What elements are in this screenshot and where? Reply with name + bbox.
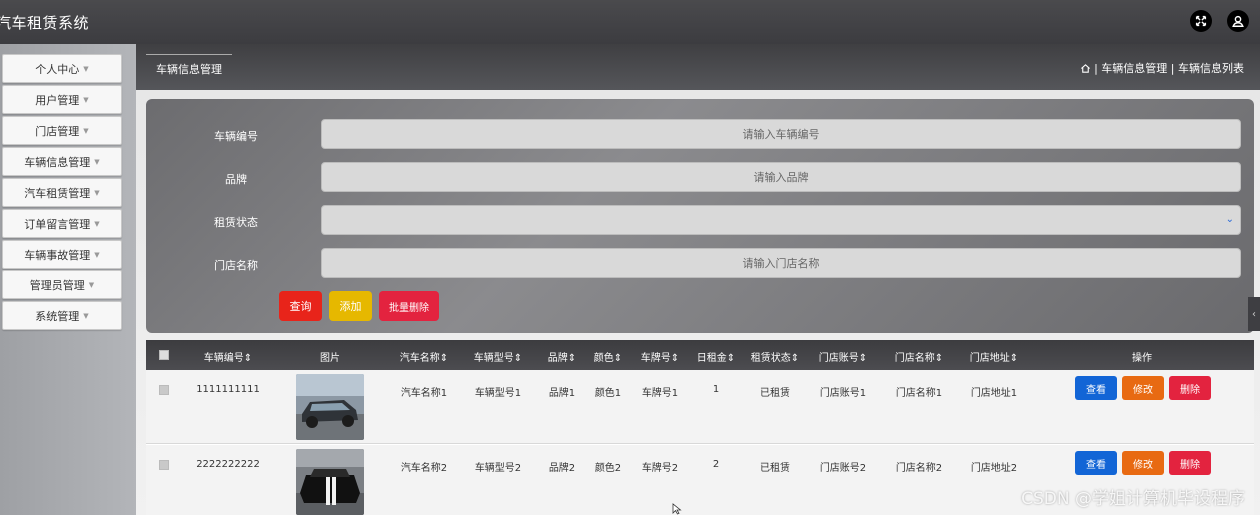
rental-status-label: 租赁状态 bbox=[214, 216, 258, 229]
main-content: 车辆信息管理 | 车辆信息管理 | 车辆信息列表 车辆编号 请输入车辆编号 品牌… bbox=[136, 44, 1260, 515]
column-header-rental-status[interactable]: 租赁状态⇕ bbox=[751, 349, 799, 364]
chevron-down-icon: ⌄ bbox=[1225, 214, 1234, 225]
column-header-vehicle-no[interactable]: 车辆编号⇕ bbox=[204, 349, 252, 364]
column-header-daily-rent[interactable]: 日租金⇕ bbox=[697, 349, 735, 364]
view-button[interactable]: 查看 bbox=[1075, 376, 1117, 400]
sidebar-item-admin-management[interactable]: 管理员管理 ▼ bbox=[2, 270, 122, 299]
cell-car-name: 汽车名称1 bbox=[400, 388, 448, 399]
table-header: 车辆编号⇕ 图片 汽车名称⇕ 车辆型号⇕ 品牌⇕ 颜色⇕ 车牌号⇕ 日租金⇕ 租… bbox=[146, 340, 1254, 370]
cell-color: 颜色2 bbox=[594, 463, 622, 474]
car-image bbox=[296, 374, 364, 440]
column-header-brand[interactable]: 品牌⇕ bbox=[548, 349, 576, 364]
cell-rental-status: 已租赁 bbox=[760, 388, 790, 399]
breadcrumb-text: | 车辆信息管理 | 车辆信息列表 bbox=[1094, 62, 1244, 75]
cell-brand: 品牌1 bbox=[548, 388, 576, 399]
vehicle-no-input[interactable]: 请输入车辆编号 bbox=[321, 119, 1241, 149]
column-header-model[interactable]: 车辆型号⇕ bbox=[474, 349, 522, 364]
column-header-color[interactable]: 颜色⇕ bbox=[594, 349, 622, 364]
caret-down-icon: ▼ bbox=[83, 95, 89, 104]
cell-store-name: 门店名称2 bbox=[895, 463, 943, 474]
caret-down-icon: ▼ bbox=[83, 311, 89, 320]
sidebar-item-user-management[interactable]: 用户管理 ▼ bbox=[2, 85, 122, 114]
cell-model: 车辆型号2 bbox=[474, 463, 522, 474]
column-header-car-name[interactable]: 汽车名称⇕ bbox=[400, 349, 448, 364]
breadcrumb: | 车辆信息管理 | 车辆信息列表 bbox=[1080, 60, 1244, 76]
page-header: 车辆信息管理 | 车辆信息管理 | 车辆信息列表 bbox=[136, 44, 1260, 90]
sidebar: 个人中心 ▼ 用户管理 ▼ 门店管理 ▼ 车辆信息管理 ▼ 汽车租赁管理 ▼ 订单留言管理… bbox=[0, 44, 136, 515]
sidebar-item-accident-management[interactable]: 车辆事故管理 ▼ bbox=[2, 240, 122, 269]
column-header-image: 图片 bbox=[320, 353, 340, 364]
cell-car-name: 汽车名称2 bbox=[400, 463, 448, 474]
sidebar-item-vehicle-info[interactable]: 车辆信息管理 ▼ bbox=[2, 147, 122, 176]
column-header-actions: 操作 bbox=[1132, 353, 1152, 364]
store-name-label: 门店名称 bbox=[214, 259, 258, 272]
edit-button[interactable]: 修改 bbox=[1122, 376, 1164, 400]
cell-color: 颜色1 bbox=[594, 388, 622, 399]
row-checkbox[interactable] bbox=[159, 385, 169, 395]
column-header-plate[interactable]: 车牌号⇕ bbox=[641, 349, 679, 364]
mouse-cursor-icon bbox=[672, 503, 682, 515]
caret-down-icon: ▼ bbox=[83, 64, 89, 73]
column-header-store-address[interactable]: 门店地址⇕ bbox=[970, 349, 1018, 364]
caret-down-icon: ▼ bbox=[88, 280, 95, 289]
view-button[interactable]: 查看 bbox=[1075, 451, 1117, 475]
home-icon[interactable] bbox=[1080, 63, 1091, 74]
store-name-input[interactable]: 请输入门店名称 bbox=[321, 248, 1241, 278]
user-icon[interactable] bbox=[1227, 10, 1249, 32]
caret-down-icon: ▼ bbox=[83, 126, 89, 135]
column-header-store-account[interactable]: 门店账号⇕ bbox=[819, 349, 867, 364]
brand-input[interactable]: 请输入品牌 bbox=[321, 162, 1241, 192]
cell-daily-rent: 2 bbox=[712, 459, 720, 470]
cell-store-account: 门店账号2 bbox=[819, 463, 867, 474]
fullscreen-icon[interactable] bbox=[1190, 10, 1212, 32]
sidebar-item-system-management[interactable]: 系统管理 ▼ bbox=[2, 301, 122, 330]
delete-button[interactable]: 删除 bbox=[1169, 451, 1211, 475]
caret-down-icon: ▼ bbox=[94, 157, 100, 166]
collapse-panel-handle[interactable]: ‹ bbox=[1248, 297, 1260, 331]
table-row: 1111111111 汽车名称1 车辆型号1 品牌1 颜色1 车牌号1 1 已租… bbox=[146, 370, 1254, 444]
edit-button[interactable]: 修改 bbox=[1122, 451, 1164, 475]
delete-button[interactable]: 删除 bbox=[1169, 376, 1211, 400]
vehicle-no-label: 车辆编号 bbox=[214, 130, 258, 143]
caret-down-icon: ▼ bbox=[94, 250, 100, 259]
cell-vehicle-no: 1111111111 bbox=[196, 384, 260, 395]
cell-plate: 车牌号1 bbox=[641, 388, 679, 399]
batch-delete-button[interactable]: 批量删除 bbox=[379, 291, 439, 321]
tab-vehicle-info[interactable]: 车辆信息管理 bbox=[146, 54, 232, 82]
cell-store-address: 门店地址1 bbox=[970, 388, 1018, 399]
sidebar-item-personal-center[interactable]: 个人中心 ▼ bbox=[2, 54, 122, 83]
watermark: CSDN @学姐计算机毕设程序 bbox=[1021, 489, 1245, 509]
cell-store-name: 门店名称1 bbox=[895, 388, 943, 399]
select-all-checkbox[interactable] bbox=[159, 350, 169, 360]
brand-label: 品牌 bbox=[225, 173, 247, 186]
query-button[interactable]: 查询 bbox=[279, 291, 322, 321]
cell-rental-status: 已租赁 bbox=[760, 463, 790, 474]
cell-daily-rent: 1 bbox=[712, 384, 720, 395]
search-panel: 车辆编号 请输入车辆编号 品牌 请输入品牌 租赁状态 ⌄ 门店名称 请输入门店名… bbox=[146, 99, 1254, 333]
caret-down-icon: ▼ bbox=[94, 219, 100, 228]
cell-brand: 品牌2 bbox=[548, 463, 576, 474]
rental-status-select[interactable]: ⌄ bbox=[321, 205, 1241, 235]
cell-model: 车辆型号1 bbox=[474, 388, 522, 399]
caret-down-icon: ▼ bbox=[94, 188, 100, 197]
cell-store-address: 门店地址2 bbox=[970, 463, 1018, 474]
cell-plate: 车牌号2 bbox=[641, 463, 679, 474]
row-checkbox[interactable] bbox=[159, 460, 169, 470]
app-title: 汽车租赁系统 bbox=[0, 14, 90, 32]
sidebar-item-order-messages[interactable]: 订单留言管理 ▼ bbox=[2, 209, 122, 238]
add-button[interactable]: 添加 bbox=[329, 291, 372, 321]
cell-store-account: 门店账号1 bbox=[819, 388, 867, 399]
sidebar-item-rental-management[interactable]: 汽车租赁管理 ▼ bbox=[2, 178, 122, 207]
column-header-store-name[interactable]: 门店名称⇕ bbox=[895, 349, 943, 364]
sidebar-item-store-management[interactable]: 门店管理 ▼ bbox=[2, 116, 122, 145]
car-image bbox=[296, 449, 364, 515]
top-bar: 汽车租赁系统 bbox=[0, 0, 1260, 44]
cell-vehicle-no: 2222222222 bbox=[196, 459, 260, 470]
